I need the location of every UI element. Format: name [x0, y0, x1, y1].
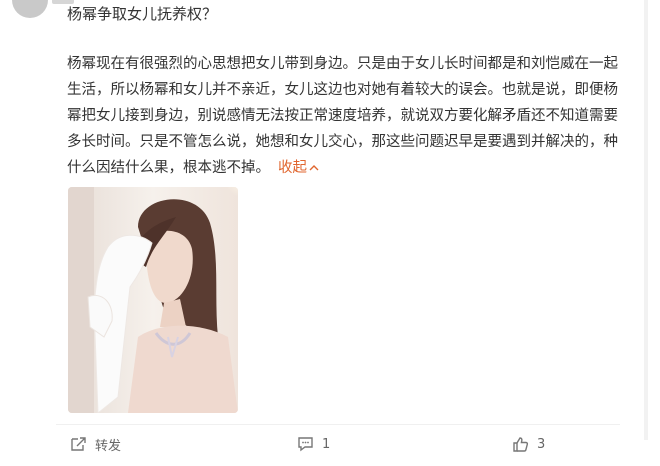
answer-line-last: 什么因结什么果，根本逃不掉。 收起 [67, 155, 627, 182]
repost-button[interactable]: 转发 [70, 434, 121, 454]
like-button[interactable]: 3 [512, 434, 545, 454]
answer-line: 幂把女儿接到身边，别说感情无法按正常速度培养，就说双方要化解矛盾还不知道需要 [67, 108, 618, 124]
answer-line: 生活，所以杨幂和女儿并不亲近，女儿这边也对她有着较大的误会。也就是说，即便杨 [67, 82, 618, 98]
thumbs-up-icon[interactable] [512, 436, 529, 453]
action-divider [56, 424, 620, 425]
repost-label[interactable]: 转发 [95, 435, 121, 454]
repost-icon[interactable] [70, 436, 87, 452]
answer-line: 什么因结什么果，根本逃不掉。 [67, 160, 270, 176]
comment-button[interactable]: 1 [297, 434, 330, 454]
comment-count[interactable]: 1 [322, 437, 330, 452]
collapse-link[interactable]: 收起 [278, 160, 319, 176]
answer-line: 杨幂现在有很强烈的心思想把女儿带到身边。只是由于女儿长时间都是和刘恺威在一起 [67, 56, 618, 72]
like-count[interactable]: 3 [537, 437, 545, 452]
answer-line: 多长时间。只是不管怎么说，她想和女儿交心，那这些问题迟早是要遇到并解决的，种 [67, 134, 618, 150]
collapse-label[interactable]: 收起 [278, 160, 307, 176]
chevron-up-icon[interactable] [309, 155, 319, 181]
card-edge [644, 0, 648, 440]
avatar[interactable] [12, 0, 48, 18]
portrait-image [68, 187, 238, 413]
post-question: 杨幂争取女儿抚养权？ [67, 5, 218, 23]
post-photo[interactable] [68, 187, 238, 413]
post-answer: 杨幂现在有很强烈的心思想把女儿带到身边。只是由于女儿长时间都是和刘恺威在一起 生… [67, 51, 627, 182]
comment-icon[interactable] [297, 436, 314, 452]
